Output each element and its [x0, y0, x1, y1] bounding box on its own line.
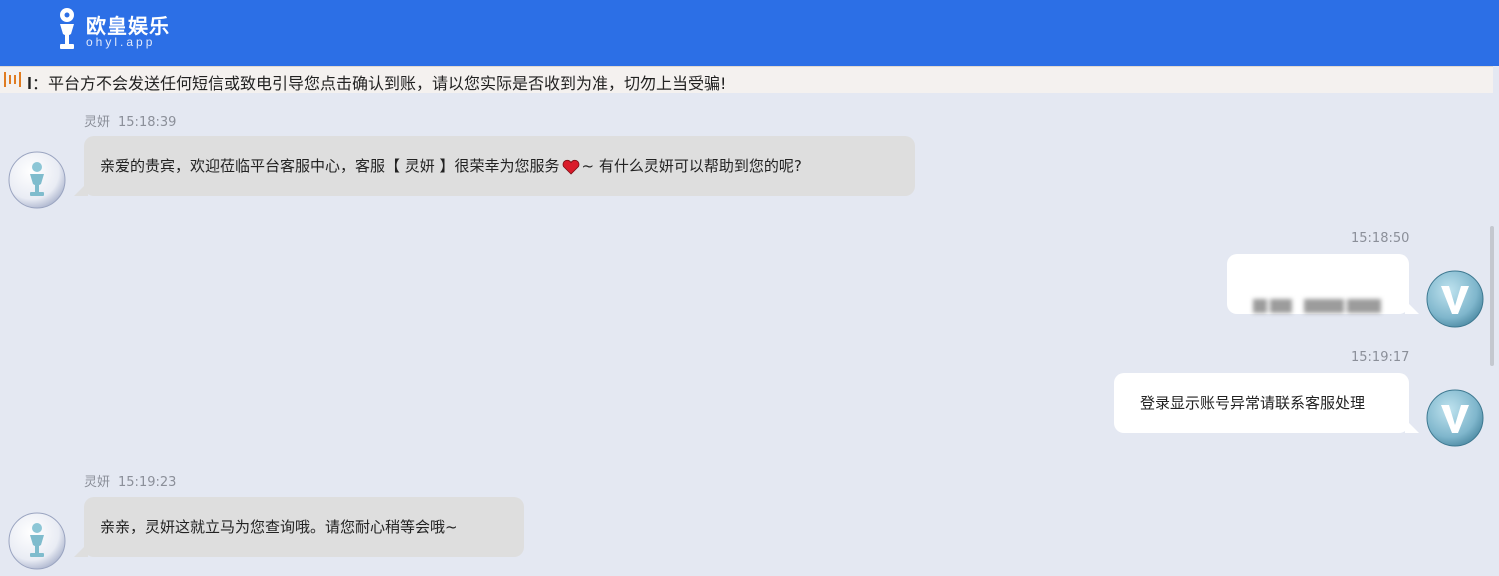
message-time: 15:18:39 [118, 115, 177, 130]
heart-icon [562, 159, 579, 175]
v-avatar-icon [1426, 389, 1484, 447]
notice-text: 𝐈：平台方不会发送任何短信或致电引导您点击确认到账，请以您实际是否收到为准，切勿… [27, 74, 727, 93]
trophy-avatar-icon [8, 151, 66, 209]
chat-scrollbar[interactable] [1490, 226, 1494, 366]
message-text-tail: ~ 有什么灵妍可以帮助到您的呢? [581, 157, 802, 175]
message-time: 15:19:17 [1351, 350, 1410, 365]
message-meta: 灵妍 15:19:23 [84, 471, 176, 490]
agent-avatar[interactable] [8, 151, 66, 209]
user-message-bubble: 登录显示账号异常请联系客服处理 [1114, 373, 1419, 433]
message-time: 15:18:50 [1351, 231, 1410, 246]
user-avatar[interactable] [1426, 389, 1484, 447]
message-text: 亲爱的贵宾，欢迎莅临平台客服中心，客服【 灵妍 】很荣幸为您服务 [100, 157, 560, 175]
message-time: 15:19:23 [118, 475, 177, 490]
agent-message-bubble: 亲亲，灵妍这就立马为您查询哦。请您耐心稍等会哦~ [74, 497, 524, 557]
sender-name: 灵妍 [84, 115, 111, 130]
user-avatar[interactable] [1426, 270, 1484, 328]
message-meta: 灵妍 15:18:39 [84, 111, 176, 130]
app-header: 欧皇娱乐 ohyl.app [0, 0, 1499, 66]
trophy-logo-icon [60, 8, 74, 49]
notice-bar: 𝐈：平台方不会发送任何短信或致电引导您点击确认到账，请以您实际是否收到为准，切勿… [0, 66, 1493, 93]
brand-logo[interactable]: 欧皇娱乐 ohyl.app [56, 6, 176, 56]
agent-avatar[interactable] [8, 512, 66, 570]
redacted-text [1253, 278, 1384, 313]
user-message-bubble [1227, 254, 1419, 314]
bars-icon [4, 72, 21, 87]
message-text: 登录显示账号异常请联系客服处理 [1140, 394, 1366, 412]
trophy-avatar-icon [8, 512, 66, 570]
agent-message-bubble: 亲爱的贵宾，欢迎莅临平台客服中心，客服【 灵妍 】很荣幸为您服务 ~ 有什么灵妍可… [74, 136, 915, 196]
brand-domain: ohyl.app [86, 35, 156, 49]
sender-name: 灵妍 [84, 475, 111, 490]
v-avatar-icon [1426, 270, 1484, 328]
message-text: 亲亲，灵妍这就立马为您查询哦。请您耐心稍等会哦~ [100, 518, 458, 536]
